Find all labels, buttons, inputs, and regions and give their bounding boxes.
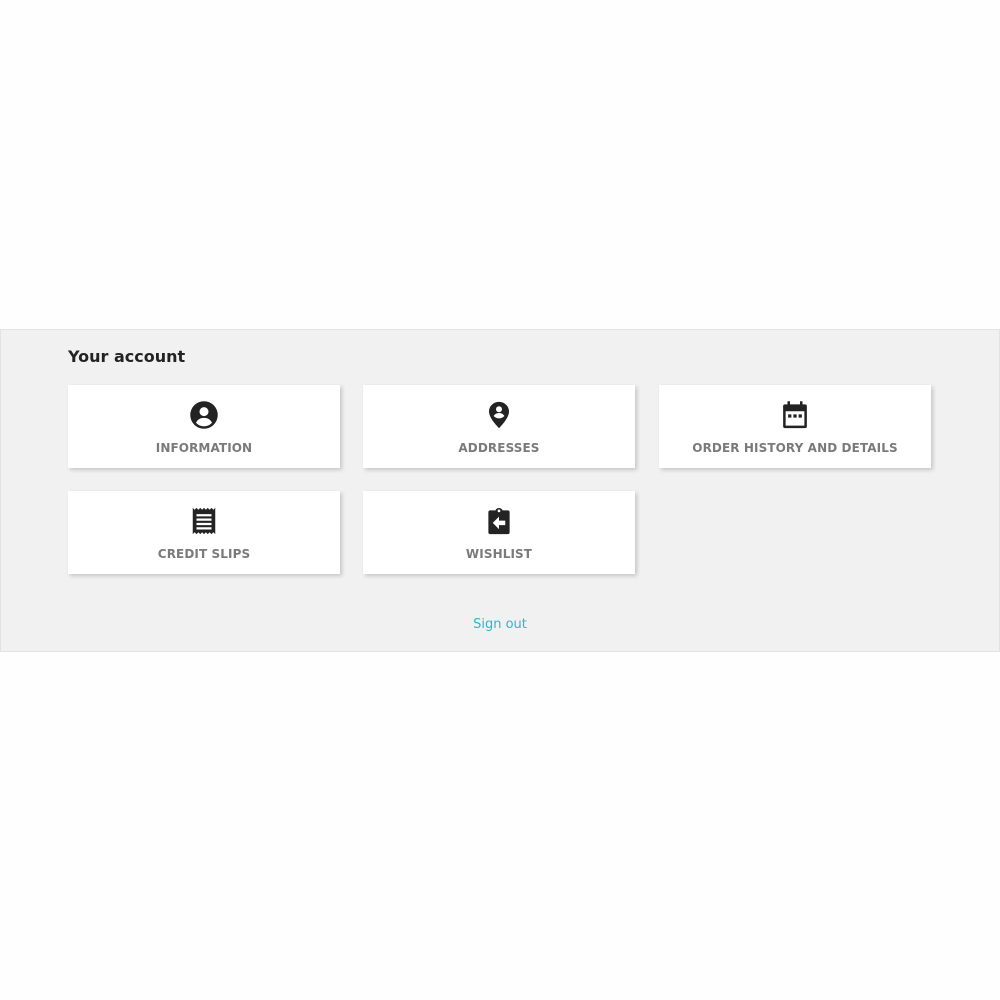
- tile-label: ADDRESSES: [458, 441, 540, 455]
- credit-slips-link[interactable]: CREDIT SLIPS: [68, 491, 340, 574]
- tile-label: WISHLIST: [465, 547, 533, 561]
- tile-label: CREDIT SLIPS: [157, 547, 251, 561]
- page-title: Your account: [68, 347, 186, 366]
- clipboard-arrow-icon: [484, 506, 514, 536]
- page: Your account INFORMATION ADDRESSES ORDER…: [0, 0, 1000, 1000]
- location-pin-icon: [484, 400, 514, 430]
- addresses-link[interactable]: ADDRESSES: [363, 385, 635, 468]
- receipt-icon: [189, 506, 219, 536]
- account-section: Your account INFORMATION ADDRESSES ORDER…: [0, 329, 1000, 652]
- tile-label: ORDER HISTORY AND DETAILS: [692, 441, 898, 455]
- account-circle-icon: [189, 400, 219, 430]
- order-history-link[interactable]: ORDER HISTORY AND DETAILS: [659, 385, 931, 468]
- sign-out-link[interactable]: Sign out: [1, 617, 999, 632]
- information-link[interactable]: INFORMATION: [68, 385, 340, 468]
- tile-label: INFORMATION: [155, 441, 253, 455]
- wishlist-link[interactable]: WISHLIST: [363, 491, 635, 574]
- calendar-icon: [780, 400, 810, 430]
